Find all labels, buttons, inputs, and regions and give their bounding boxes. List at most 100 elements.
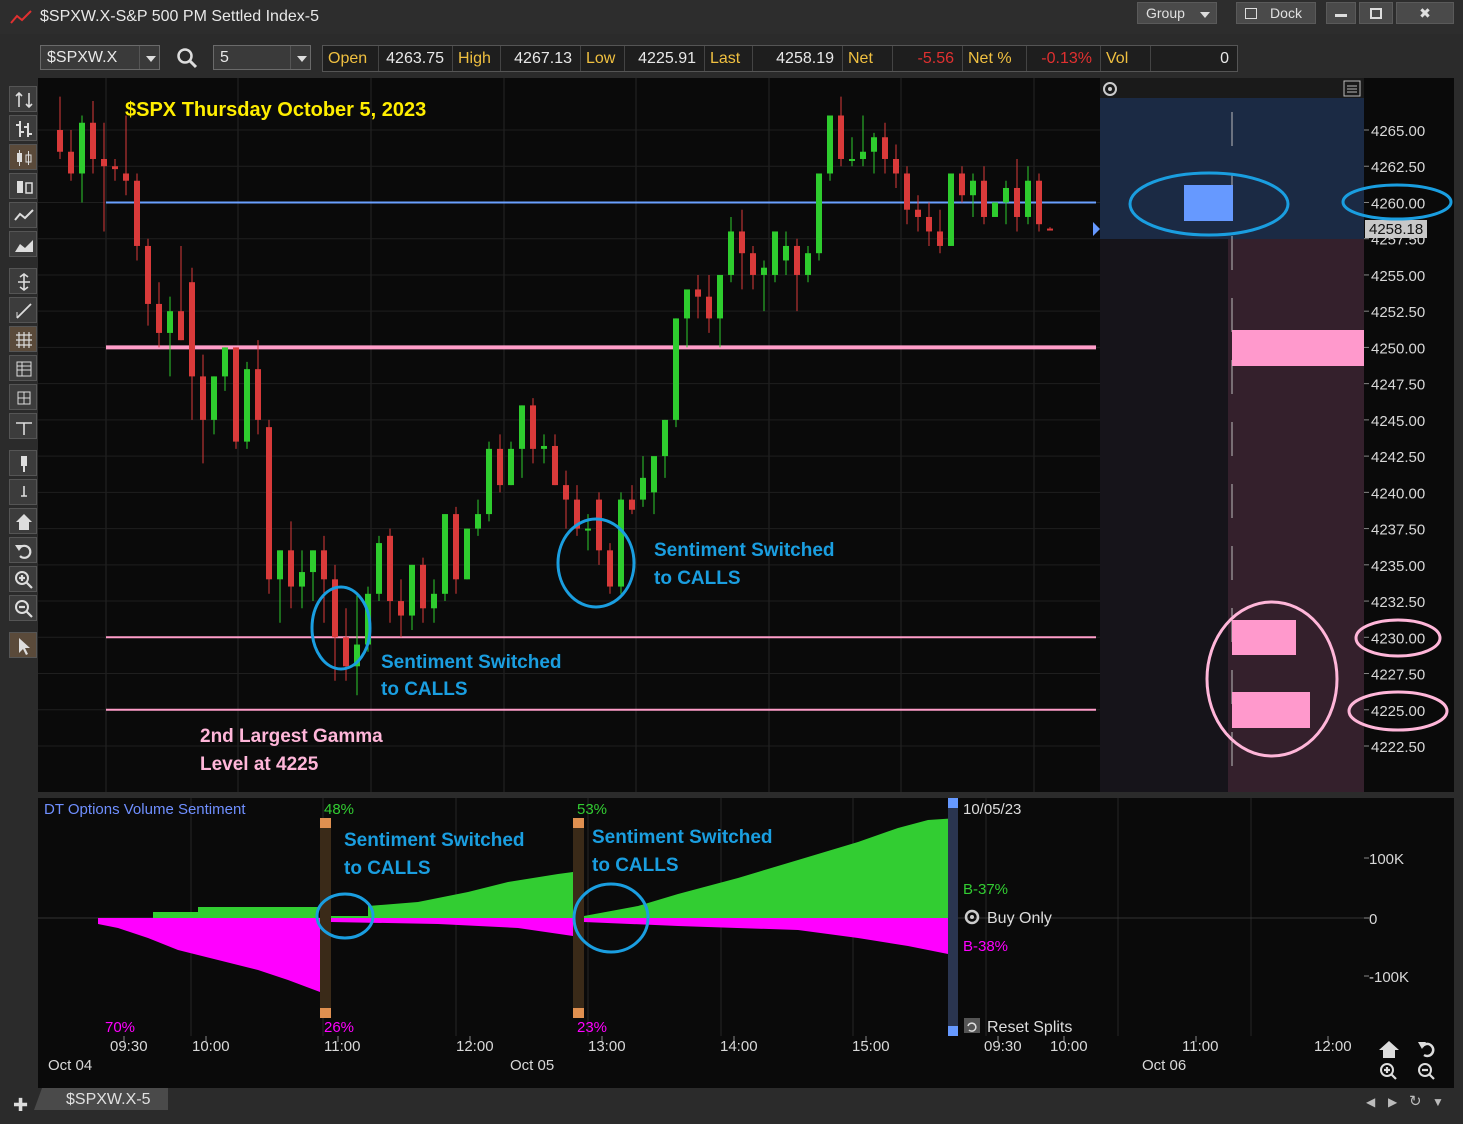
candle-body	[706, 296, 712, 319]
candle-body	[871, 137, 877, 152]
interval-selector[interactable]: 5	[213, 45, 311, 70]
candle-body	[233, 347, 239, 442]
calls-percent: B-37%	[963, 881, 1008, 898]
candle-body	[926, 216, 932, 232]
sentiment-annotation-1-line2: to CALLS	[344, 858, 431, 879]
dock-icon	[1245, 8, 1257, 19]
date-label: Oct 04	[48, 1057, 92, 1074]
home-icon[interactable]	[1379, 1041, 1399, 1058]
dock-button[interactable]: Dock	[1236, 2, 1316, 24]
high-label: High	[453, 46, 501, 71]
candle-body	[145, 245, 151, 304]
candle-body	[750, 253, 756, 275]
undo-tool[interactable]	[9, 537, 37, 563]
pointer-tool[interactable]	[9, 632, 37, 658]
group-button[interactable]: Group	[1137, 2, 1217, 24]
gamma-panel-header	[1100, 78, 1364, 98]
tab-right-icon[interactable]: ▶	[1388, 1095, 1397, 1109]
hollow-candle-tool[interactable]	[9, 173, 37, 199]
sentiment-annotation-1-line1: Sentiment Switched	[344, 830, 525, 851]
tab-left-icon[interactable]: ◀	[1366, 1095, 1375, 1109]
zoom-in-icon[interactable]	[1380, 1063, 1397, 1080]
minimize-button[interactable]	[1326, 2, 1356, 24]
date-label: Oct 05	[510, 1057, 554, 1074]
gamma-bar-4225	[1232, 692, 1310, 728]
mountain-chart-tool[interactable]	[9, 231, 37, 257]
horizontal-line-tool[interactable]	[9, 413, 37, 439]
candle-body	[310, 550, 316, 573]
price-tick-label: 4222.50	[1371, 739, 1425, 756]
close-button[interactable]: ✖	[1396, 2, 1454, 24]
zoom-out-icon[interactable]	[1418, 1063, 1435, 1080]
add-tab-icon[interactable]: ✚	[13, 1095, 28, 1116]
undo-icon[interactable]	[1418, 1042, 1435, 1058]
candle-body	[112, 166, 118, 170]
bar-chart-tool[interactable]	[9, 115, 37, 141]
net-pct-label: Net %	[963, 46, 1027, 71]
candle-body	[90, 122, 96, 159]
data-box-tool[interactable]	[9, 384, 37, 410]
home-tool[interactable]	[9, 508, 37, 534]
candlestick-tool[interactable]	[9, 144, 37, 170]
cursor-crosshair-tool[interactable]	[9, 86, 37, 112]
gamma-bar-4250	[1232, 330, 1364, 366]
candle-body	[585, 528, 591, 531]
symbol-selector[interactable]: $SPXW.X	[40, 45, 160, 70]
candle-icon	[17, 181, 33, 194]
zoom-out-tool[interactable]	[9, 595, 37, 621]
candle-body	[211, 376, 217, 420]
candlestick-icon	[17, 150, 32, 166]
time-tick-label: 15:00	[852, 1038, 890, 1055]
bottom-bar: ✚ $SPXW.X-5 ◀ ▶ ↻ ▼	[0, 1088, 1463, 1124]
marker-tool[interactable]	[9, 450, 37, 476]
candle-body	[662, 419, 668, 457]
candle-body	[79, 122, 85, 174]
table-tool[interactable]	[9, 355, 37, 381]
gear-icon[interactable]	[964, 909, 980, 925]
maximize-button[interactable]	[1359, 2, 1393, 24]
vertical-zoom-tool[interactable]	[9, 268, 37, 294]
candle-body	[904, 173, 910, 210]
candle-body	[277, 550, 283, 580]
reset-splits-label[interactable]: Reset Splits	[987, 1019, 1072, 1036]
candle-body	[959, 173, 965, 196]
buy-only-label[interactable]: Buy Only	[987, 910, 1052, 927]
candle-body	[134, 180, 140, 246]
chart-tab[interactable]: $SPXW.X-5	[66, 1091, 150, 1109]
time-tick-label: 11:00	[1182, 1038, 1218, 1055]
price-arrow-icon	[1093, 222, 1100, 236]
search-icon[interactable]	[176, 47, 198, 69]
maximize-icon	[1370, 8, 1382, 19]
zoom-in-tool[interactable]	[9, 566, 37, 592]
dock-label: Dock	[1270, 5, 1302, 21]
split-marker-1[interactable]	[320, 818, 331, 1018]
price-tick-label: 4255.00	[1371, 268, 1425, 285]
puts-percent: B-38%	[963, 938, 1008, 955]
trendline-tool[interactable]	[9, 297, 37, 323]
split-handle-bottom-3	[948, 1026, 958, 1036]
candle-body	[244, 369, 250, 442]
time-tick-label: 12:00	[456, 1038, 494, 1055]
split-marker-3[interactable]	[948, 798, 958, 1036]
annotation-2-line2: to CALLS	[654, 568, 741, 589]
price-tick-label: 4247.50	[1371, 377, 1425, 394]
line-chart-tool[interactable]	[9, 202, 37, 228]
chevron-down-icon[interactable]: ▼	[1432, 1095, 1444, 1109]
chevron-down-icon	[139, 46, 159, 69]
candle-body	[882, 137, 888, 159]
candle-body	[409, 564, 415, 616]
refresh-icon[interactable]: ↻	[1409, 1092, 1422, 1110]
candle-body	[596, 499, 602, 551]
candle-body	[266, 427, 272, 580]
note-tool[interactable]	[9, 479, 37, 505]
candle-body	[717, 274, 723, 319]
price-tick-label: 4242.50	[1371, 449, 1425, 466]
price-chart[interactable]: 4265.00 4262.50 4260.00 4257.50 4255.00 4252.…	[38, 78, 1454, 792]
candle-body	[167, 311, 173, 333]
high-value: 4267.13	[501, 46, 581, 71]
sentiment-panel[interactable]: DT Options Volume Sentiment 48% 53% 70% …	[38, 798, 1454, 1036]
horizontal-line-icon	[16, 422, 32, 435]
grid-tool[interactable]	[9, 326, 37, 352]
sentiment-canvas: DT Options Volume Sentiment 48% 53% 70% …	[38, 798, 1454, 1036]
reset-icon[interactable]	[964, 1018, 980, 1033]
